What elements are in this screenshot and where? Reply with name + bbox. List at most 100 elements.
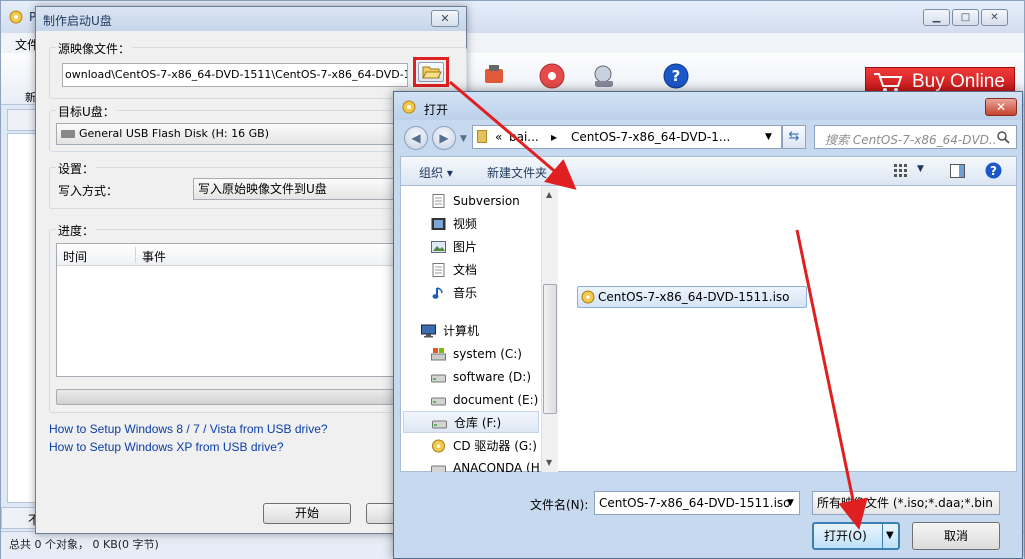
open-file-dialog: 打开 ✕ ◀ ▶ ▼ « bai... ▸ CentOS-7-x86_64-DV…: [393, 91, 1023, 559]
status-text: 总共 0 个对象， 0 KB(0 字节): [9, 538, 159, 551]
refresh-button[interactable]: ⇆: [782, 125, 806, 149]
system-drive-icon: [431, 348, 446, 361]
event-log-table[interactable]: 时间 事件: [56, 243, 436, 377]
breadcrumb-parent[interactable]: bai...: [509, 126, 539, 148]
cd-icon: [432, 439, 445, 453]
navigation-pane: Subversion 视频 图片 文档 音乐 计算机 system (C:) s…: [401, 186, 541, 472]
main-back-bar: [7, 109, 37, 131]
file-name: CentOS-7-x86_64-DVD-1511.iso: [598, 290, 790, 304]
filename-dropdown-icon[interactable]: ▼: [787, 492, 794, 514]
nav-item-drive-g[interactable]: CD 驱动器 (G:): [431, 435, 539, 457]
usb-drive-value: General USB Flash Disk (H: 16 GB): [79, 127, 269, 140]
write-dialog-title: 制作启动U盘: [43, 14, 112, 28]
toolbar-compress-icon[interactable]: [481, 63, 507, 89]
breadcrumb-current[interactable]: CentOS-7-x86_64-DVD-1...: [571, 126, 730, 148]
nav-item-label: 文档: [453, 263, 478, 277]
nav-item-drive-f[interactable]: 仓库 (F:): [403, 411, 539, 433]
nav-item-label: Subversion: [453, 194, 520, 208]
view-options-icon[interactable]: [894, 164, 908, 178]
history-dropdown-icon[interactable]: ▼: [460, 134, 467, 144]
music-icon: [432, 287, 443, 299]
drive-icon: [431, 465, 446, 472]
nav-item-drive-c[interactable]: system (C:): [431, 343, 539, 365]
forward-button[interactable]: ▶: [432, 126, 456, 150]
browse-button-face: [418, 62, 444, 82]
search-input[interactable]: 搜索 CentOS-7-x86_64-DVD...: [814, 125, 1017, 149]
column-event[interactable]: 事件: [142, 248, 166, 265]
file-item-centos-iso[interactable]: CentOS-7-x86_64-DVD-1511.iso: [577, 286, 807, 308]
picture-icon: [431, 241, 446, 253]
new-folder-button[interactable]: 新建文件夹: [487, 164, 547, 181]
breadcrumb-arrow[interactable]: ▸: [551, 126, 557, 148]
preview-pane-icon[interactable]: [950, 164, 965, 178]
scroll-down-icon[interactable]: ▼: [546, 458, 552, 467]
address-dropdown-icon[interactable]: ▼: [765, 126, 772, 148]
main-left-pane: [7, 133, 37, 503]
nav-item-label: software (D:): [453, 370, 531, 384]
nav-item-videos[interactable]: 视频: [431, 213, 539, 235]
open-button[interactable]: 打开(O) ▼: [812, 522, 900, 550]
navigation-row: ◀ ▶ ▼ « bai... ▸ CentOS-7-x86_64-DVD-1..…: [394, 120, 1022, 156]
nav-item-drive-h[interactable]: ANACONDA (H:: [431, 457, 539, 472]
document-icon: [432, 263, 445, 277]
nav-item-subversion[interactable]: Subversion: [431, 190, 539, 212]
write-progress-bar: [56, 389, 436, 405]
help-link-winxp[interactable]: How to Setup Windows XP from USB drive?: [49, 440, 284, 454]
toolbar-mount-icon[interactable]: [591, 63, 617, 89]
disc-icon: [402, 100, 416, 114]
cart-icon: [874, 73, 903, 92]
nav-item-documents[interactable]: 文档: [431, 259, 539, 281]
source-path-field[interactable]: ownload\CentOS-7-x86_64-DVD-1511\CentOS-…: [62, 63, 408, 87]
open-dialog-title: 打开: [424, 103, 449, 117]
help-link-win8[interactable]: How to Setup Windows 8 / 7 / Vista from …: [49, 422, 328, 436]
help-icon[interactable]: ?: [985, 162, 1002, 179]
usb-drive-select[interactable]: General USB Flash Disk (H: 16 GB): [56, 123, 436, 145]
nav-item-computer[interactable]: 计算机: [421, 320, 539, 342]
view-dropdown-icon[interactable]: ▼: [917, 164, 924, 174]
browse-button[interactable]: [413, 57, 449, 87]
nav-item-label: document (E:): [453, 393, 539, 407]
toolbar-help-icon[interactable]: ?: [663, 63, 689, 89]
source-label: 源映像文件：: [56, 40, 133, 57]
nav-item-label: 计算机: [443, 324, 480, 338]
open-button-divider: [882, 524, 883, 548]
document-icon: [432, 194, 445, 208]
address-bar[interactable]: « bai... ▸ CentOS-7-x86_64-DVD-1... ▼: [472, 125, 782, 149]
open-dropdown-icon[interactable]: ▼: [886, 524, 894, 548]
nav-item-label: 视频: [453, 217, 478, 231]
breadcrumb-overflow[interactable]: «: [495, 126, 502, 148]
close-button[interactable]: ✕: [981, 9, 1008, 26]
video-icon: [431, 218, 446, 230]
cancel-button[interactable]: 取消: [912, 522, 1000, 550]
filetype-select[interactable]: 所有映像文件 (*.iso;*.daa;*.bin: [812, 491, 1000, 515]
dialog-footer: 文件名(N): CentOS-7-x86_64-DVD-1511.iso ▼ 所…: [400, 472, 1017, 556]
scrollbar-thumb[interactable]: [543, 284, 557, 414]
minimize-button[interactable]: ▁: [923, 9, 950, 26]
toolbar-burn-icon[interactable]: [539, 63, 565, 89]
maximize-button[interactable]: □: [952, 9, 979, 26]
nav-item-music[interactable]: 音乐: [431, 282, 539, 304]
organize-menu[interactable]: 组织 ▾: [419, 164, 453, 181]
write-dialog-title-bar: 制作启动U盘 ✕: [36, 7, 466, 31]
filename-input[interactable]: CentOS-7-x86_64-DVD-1511.iso ▼: [594, 491, 800, 515]
settings-label: 设置：: [56, 160, 97, 177]
nav-item-drive-d[interactable]: software (D:): [431, 366, 539, 388]
open-dialog-close-button[interactable]: ✕: [985, 98, 1017, 116]
drive-icon: [432, 420, 447, 429]
write-mode-label: 写入方式：: [58, 184, 119, 198]
back-button[interactable]: ◀: [404, 126, 428, 150]
open-dialog-title-bar: 打开 ✕: [394, 92, 1022, 120]
folder-open-icon: [422, 66, 442, 79]
nav-item-label: CD 驱动器 (G:): [453, 439, 537, 453]
nav-item-drive-e[interactable]: document (E:): [431, 389, 539, 411]
start-button[interactable]: 开始: [263, 503, 351, 524]
column-time[interactable]: 时间: [63, 248, 87, 265]
buy-online-label: Buy Online: [912, 71, 1005, 92]
nav-item-label: 图片: [453, 240, 478, 254]
write-dialog-close-button[interactable]: ✕: [431, 10, 459, 27]
nav-item-pictures[interactable]: 图片: [431, 236, 539, 258]
scroll-up-icon[interactable]: ▲: [546, 190, 552, 199]
event-log-header: 时间 事件: [57, 244, 435, 266]
progress-label: 进度：: [56, 222, 97, 239]
navigation-scrollbar[interactable]: ▲ ▼: [541, 186, 558, 472]
